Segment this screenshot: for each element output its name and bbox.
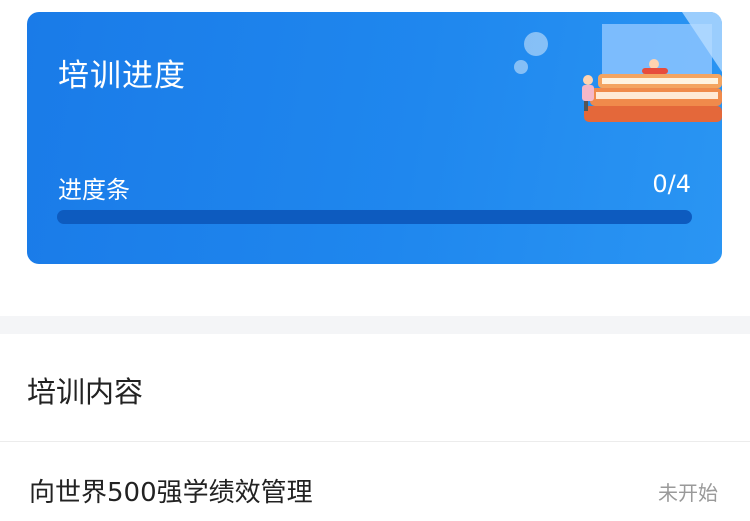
progress-count: 0/4 [652,170,691,198]
training-page: 培训进度 进度条 0/4 培训内容 向世界500强学绩效管理 未开始 [0,0,750,521]
reading-books-illustration [514,12,722,124]
course-list-item[interactable]: 向世界500强学绩效管理 未开始 [0,442,750,521]
decor-circle-large [524,32,548,56]
progress-bar-label: 进度条 [58,176,130,204]
training-progress-card: 培训进度 进度条 0/4 [27,12,722,264]
decor-circle-small [514,60,528,74]
progress-bar-track [57,210,692,224]
course-title: 向世界500强学绩效管理 [29,478,313,508]
course-status-badge: 未开始 [658,481,718,505]
training-content-header: 培训内容 [27,375,144,409]
section-separator [0,316,750,334]
books-icon [582,12,722,122]
progress-card-title: 培训进度 [58,58,186,94]
